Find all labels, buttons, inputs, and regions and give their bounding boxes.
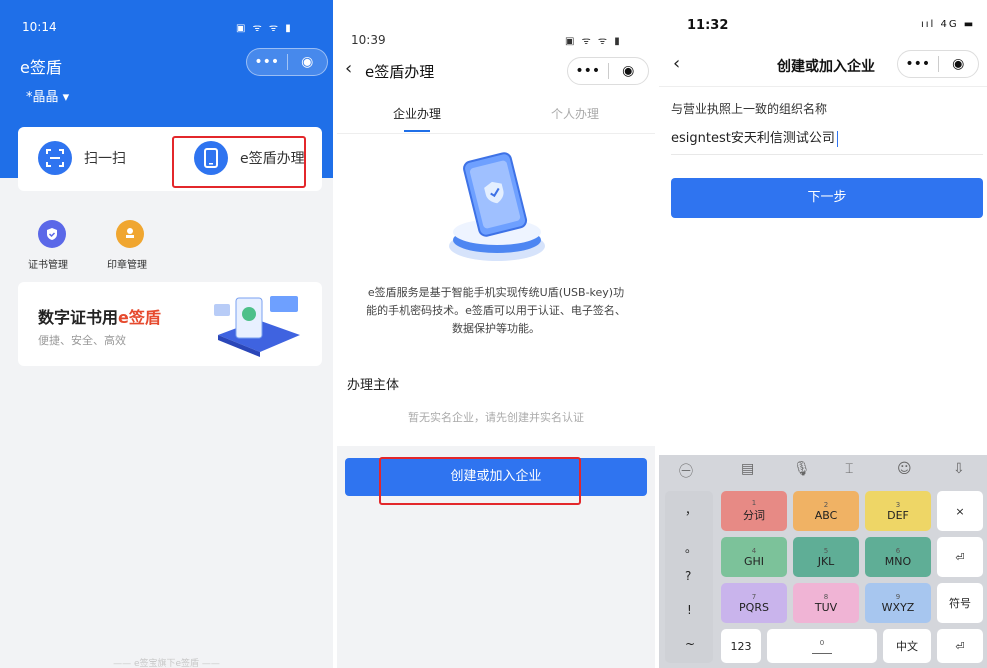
key-5[interactable]: 5 JKL	[793, 537, 859, 577]
section-title: 办理主体	[347, 378, 400, 393]
scan-label: 扫一扫	[84, 151, 126, 167]
next-step-button[interactable]: 下一步	[671, 178, 983, 218]
status-icons: ▣ ᯤ ᯤ ▮	[236, 23, 293, 34]
key-1[interactable]: 1 分词	[721, 491, 787, 531]
tab-company[interactable]: 企业办理	[393, 105, 441, 122]
promo-title: 数字证书用e签盾	[38, 308, 161, 327]
seal-icon[interactable]	[116, 220, 144, 248]
certificate-icon[interactable]	[38, 220, 66, 248]
key-4[interactable]: 4 GHI	[721, 537, 787, 577]
punct-exclaim-key[interactable]: !	[687, 603, 692, 617]
empty-state-text: 暂无实名企业，请先创建并实名认证	[408, 411, 584, 424]
status-icons: ▣ ᯤ ᯤ ▮	[565, 36, 622, 47]
tab-indicator	[404, 130, 430, 132]
cursor-icon[interactable]: ⌶	[845, 461, 853, 477]
punct-tilde-key[interactable]: ~	[685, 637, 695, 651]
clipboard-icon[interactable]: ▤	[741, 461, 754, 477]
key-3[interactable]: 3 DEF	[865, 491, 931, 531]
close-icon[interactable]: ◉	[288, 54, 328, 70]
cert-manage-label[interactable]: 证书管理	[28, 256, 68, 271]
scan-icon	[38, 141, 72, 175]
more-icon[interactable]: •••	[247, 54, 287, 70]
numbers-key[interactable]: 123	[721, 629, 761, 663]
keyboard-mode-icon[interactable]: ㊀	[679, 461, 693, 481]
tab-bar: 企业办理 个人办理	[337, 90, 655, 134]
key-9[interactable]: 9 WXYZ	[865, 583, 931, 623]
space-key[interactable]: 0	[767, 629, 877, 663]
symbols-key[interactable]: 符号	[937, 583, 983, 623]
page-title: 创建或加入企业	[777, 59, 875, 75]
keyboard: ㊀ ▤ 🎙 ⌶ ☺ ⇩ ， 。 ? ! ~ 1 分词 2 ABC 3 DEF × 4G…	[659, 455, 987, 668]
intro-section: e签盾服务是基于智能手机实现传统U盾(USB-key)功能的手机密码技术。e签盾…	[337, 134, 655, 446]
status-time: 10:14	[22, 20, 57, 34]
punct-period-key[interactable]: 。	[685, 539, 697, 556]
emoji-icon[interactable]: ☺	[897, 461, 912, 477]
enter-key[interactable]: ⏎	[937, 537, 983, 577]
highlight-box-apply	[172, 136, 306, 188]
promo-subtitle: 便捷、安全、高效	[38, 334, 126, 347]
key-7[interactable]: 7 PQRS	[721, 583, 787, 623]
punctuation-column: ， 。 ? ! ~	[665, 491, 713, 663]
tab-personal[interactable]: 个人办理	[551, 105, 599, 122]
screen-create-company: 11:32 ııl 4G ▬ ‹ 创建或加入企业 ••• ◉ 与营业执照上一致的…	[655, 0, 987, 668]
back-icon[interactable]: ‹	[345, 58, 352, 79]
status-time: 11:32	[687, 18, 729, 33]
collapse-keyboard-icon[interactable]: ⇩	[953, 461, 965, 477]
enter-key-bottom[interactable]: ⏎	[937, 629, 983, 663]
screen-esign-apply: 10:39 ▣ ᯤ ᯤ ▮ ‹ e签盾办理 ••• ◉ 企业办理 个人办理 e签…	[333, 0, 655, 668]
service-description: e签盾服务是基于智能手机实现传统U盾(USB-key)功能的手机密码技术。e签盾…	[366, 286, 626, 335]
more-icon[interactable]: •••	[898, 56, 938, 72]
page-title: e签盾	[20, 58, 62, 77]
key-8[interactable]: 8 TUV	[793, 583, 859, 623]
miniapp-capsule: ••• ◉	[897, 50, 979, 78]
punct-comma-key[interactable]: ，	[685, 501, 697, 518]
scan-action[interactable]: 扫一扫	[38, 141, 126, 175]
close-icon[interactable]: ◉	[939, 56, 979, 72]
page-title: e签盾办理	[365, 63, 435, 81]
org-selector[interactable]: *晶晶 ▾	[26, 86, 69, 105]
back-icon[interactable]: ‹	[673, 53, 680, 74]
input-underline	[671, 154, 983, 155]
language-key[interactable]: 中文	[883, 629, 931, 663]
seal-manage-label[interactable]: 印章管理	[107, 256, 147, 271]
miniapp-capsule: ••• ◉	[567, 57, 649, 85]
promo-illustration	[214, 296, 300, 357]
highlight-box-create	[379, 457, 581, 505]
close-icon[interactable]: ◉	[609, 63, 649, 79]
miniapp-capsule: ••• ◉	[246, 48, 328, 76]
microphone-icon[interactable]: 🎙	[793, 461, 811, 477]
esign-phone-illustration	[449, 152, 545, 261]
status-time: 10:39	[351, 33, 386, 47]
delete-key[interactable]: ×	[937, 491, 983, 531]
key-6[interactable]: 6 MNO	[865, 537, 931, 577]
nav-divider	[659, 86, 987, 87]
key-2[interactable]: 2 ABC	[793, 491, 859, 531]
footer-note: —— e签宝旗下e签盾 ——	[113, 659, 220, 668]
screen-esign-home: 10:14 ▣ ᯤ ᯤ ▮ e签盾 ••• ◉ *晶晶 ▾ 扫一扫 e签盾办理 …	[0, 0, 333, 668]
more-icon[interactable]: •••	[568, 63, 608, 79]
promo-banner[interactable]: 数字证书用e签盾 便捷、安全、高效	[18, 282, 322, 366]
status-icons: ııl 4G ▬	[921, 19, 976, 30]
punct-question-key[interactable]: ?	[685, 569, 691, 583]
org-name-label: 与营业执照上一致的组织名称	[671, 102, 828, 116]
org-name-input[interactable]: esigntest安天利信测试公司	[671, 127, 838, 147]
